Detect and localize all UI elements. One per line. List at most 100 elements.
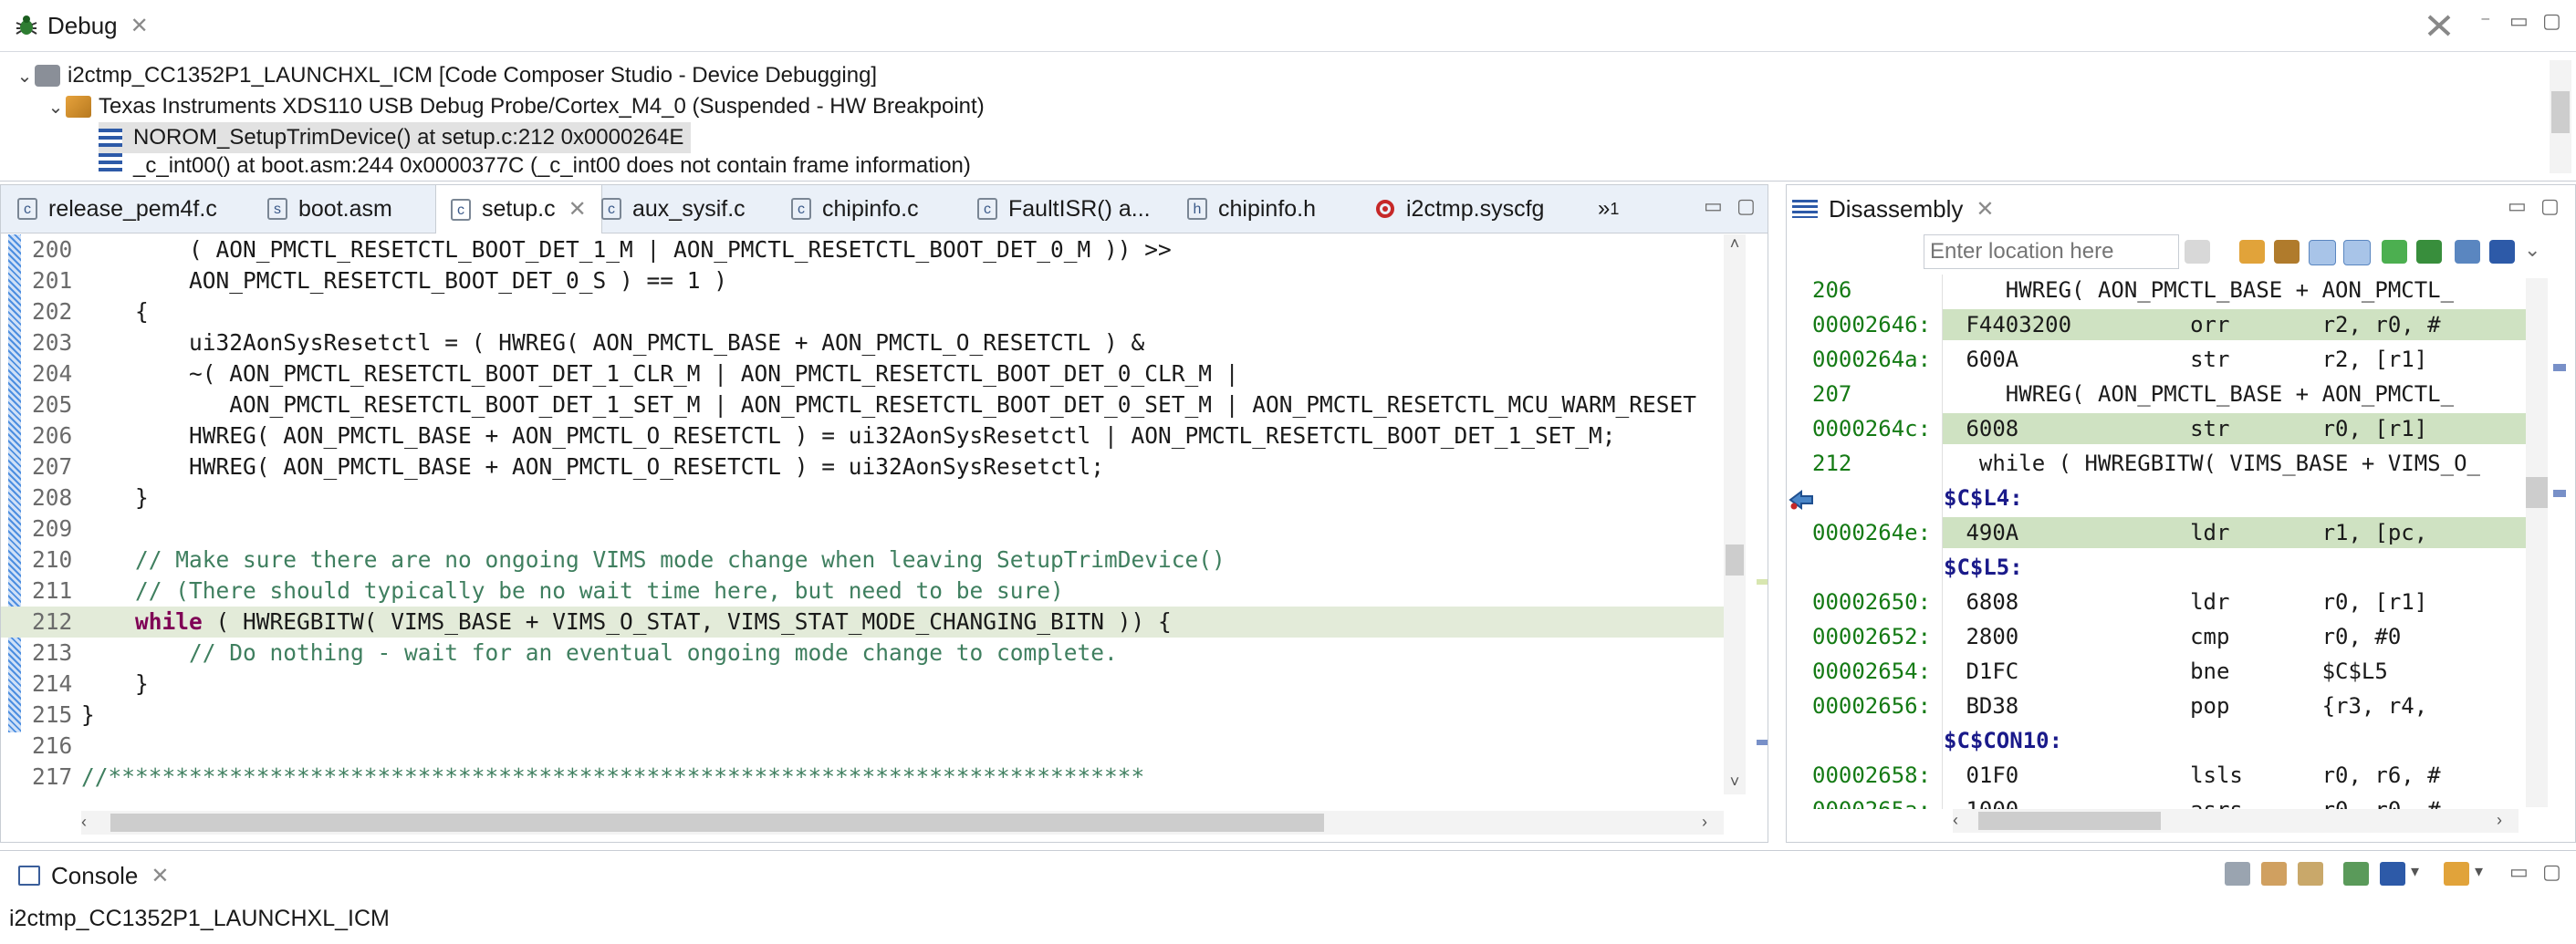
code-line[interactable]: 200 ( AON_PMCTL_RESETCTL_BOOT_DET_1_M | … bbox=[1, 234, 1724, 265]
tab-chipinfo-h[interactable]: h chipinfo.h bbox=[1187, 185, 1316, 233]
refresh-icon[interactable] bbox=[2416, 240, 2442, 264]
tab-console[interactable]: Console ✕ bbox=[18, 851, 170, 900]
maximize-icon[interactable]: ▢ bbox=[2542, 860, 2561, 884]
code-line[interactable]: 214 } bbox=[1, 669, 1724, 700]
disassembly-row[interactable]: 00002650: 6808 ldr r0, [r1] bbox=[1787, 586, 2526, 617]
disassembly-row[interactable]: 207 HWREG( AON_PMCTL_BASE + AON_PMCTL_ bbox=[1787, 379, 2526, 410]
tree-item-project[interactable]: ⌄ i2ctmp_CC1352P1_LAUNCHXL_ICM [Code Com… bbox=[15, 60, 878, 91]
code-line[interactable]: 209 bbox=[1, 513, 1724, 545]
disassembly-row[interactable]: 0000264a: 600A str r2, [r1] bbox=[1787, 344, 2526, 375]
sync-source-icon[interactable] bbox=[2309, 240, 2336, 265]
tab-boot-asm[interactable]: s boot.asm bbox=[267, 185, 392, 233]
code-line[interactable]: 204 ~( AON_PMCTL_RESETCTL_BOOT_DET_1_CLR… bbox=[1, 358, 1724, 389]
disassembly-row[interactable]: 212 while ( HWREGBITW( VIMS_BASE + VIMS_… bbox=[1787, 448, 2526, 479]
tab-disassembly[interactable]: Disassembly ✕ bbox=[1792, 185, 1994, 233]
pin-console-icon[interactable] bbox=[2343, 862, 2369, 886]
minimize-icon[interactable]: ▭ bbox=[1704, 194, 1723, 218]
code-line[interactable]: 206 HWREG( AON_PMCTL_BASE + AON_PMCTL_O_… bbox=[1, 420, 1724, 451]
tab-chipinfo-c[interactable]: c chipinfo.c bbox=[791, 185, 919, 233]
close-icon[interactable]: ✕ bbox=[1976, 196, 1994, 223]
disassembly-row[interactable]: 0000264c: 6008 str r0, [r1] bbox=[1787, 413, 2526, 444]
clear-console-icon[interactable] bbox=[2225, 862, 2250, 886]
disassembly-row[interactable]: 0000264e: 490A ldr r1, [pc, bbox=[1787, 517, 2526, 548]
scroll-thumb[interactable] bbox=[1978, 812, 2161, 830]
editor-hscroll[interactable]: ‹ › bbox=[81, 811, 1724, 835]
go-to-location-icon[interactable] bbox=[2185, 240, 2210, 264]
home-icon[interactable] bbox=[2274, 240, 2300, 264]
code-line[interactable]: 208 } bbox=[1, 482, 1724, 513]
code-line[interactable]: 211 // (There should typically be no wai… bbox=[1, 576, 1724, 607]
chevron-down-icon[interactable]: ▾ bbox=[2411, 862, 2419, 881]
editor-vscroll[interactable]: ˄ ˅ bbox=[1724, 234, 1746, 794]
chevron-down-icon[interactable]: ⌄ bbox=[46, 96, 66, 119]
chevron-down-icon[interactable]: ▾ bbox=[2475, 862, 2483, 881]
tree-item-frame[interactable]: _c_int00() at boot.asm:244 0x0000377C (_… bbox=[99, 153, 971, 179]
disassembly-row[interactable]: 00002652: 2800 cmp r0, #0 bbox=[1787, 621, 2526, 652]
tree-item-probe[interactable]: ⌄ Texas Instruments XDS110 USB Debug Pro… bbox=[46, 91, 985, 122]
tab-debug[interactable]: Debug ✕ bbox=[15, 0, 149, 51]
scroll-right-icon[interactable]: › bbox=[1702, 813, 1720, 832]
code-line[interactable]: 216 bbox=[1, 731, 1724, 762]
disassembly-row[interactable]: $C$L5: bbox=[1787, 552, 2526, 583]
scroll-thumb[interactable] bbox=[2526, 477, 2548, 508]
disassembly-vscroll[interactable] bbox=[2526, 278, 2548, 807]
code-area[interactable]: 200 ( AON_PMCTL_RESETCTL_BOOT_DET_1_M | … bbox=[1, 234, 1726, 794]
code-line[interactable]: 217 //***********************************… bbox=[1, 762, 1724, 793]
scroll-lock-icon[interactable] bbox=[2261, 862, 2287, 886]
code-line[interactable]: 212 while ( HWREGBITW( VIMS_BASE + VIMS_… bbox=[1, 607, 1724, 638]
location-input[interactable] bbox=[1924, 234, 2179, 269]
pin-icon[interactable] bbox=[2489, 240, 2515, 264]
disassembly-row[interactable]: 206 HWREG( AON_PMCTL_BASE + AON_PMCTL_ bbox=[1787, 275, 2526, 306]
remove-terminated-icon[interactable] bbox=[2425, 13, 2453, 44]
display-console-icon[interactable] bbox=[2380, 862, 2405, 886]
scroll-left-icon[interactable]: ‹ bbox=[81, 813, 99, 832]
code-line[interactable]: 218 // bbox=[1, 793, 1724, 794]
code-line[interactable]: 202 { bbox=[1, 296, 1724, 327]
disassembly-row[interactable]: 00002646: F4403200 orr r2, r0, # bbox=[1787, 309, 2526, 340]
tab-i2ctmp-syscfg[interactable]: i2ctmp.syscfg bbox=[1375, 185, 1544, 233]
close-icon[interactable]: ✕ bbox=[568, 196, 587, 223]
close-icon[interactable]: ✕ bbox=[151, 863, 169, 889]
tab-setup-c[interactable]: c setup.c ✕ bbox=[435, 185, 602, 233]
word-wrap-icon[interactable] bbox=[2298, 862, 2323, 886]
open-console-icon[interactable] bbox=[2444, 862, 2469, 886]
view-menu-icon[interactable]: ⌄ bbox=[2524, 238, 2540, 262]
link-with-active-debug-context-icon[interactable] bbox=[2239, 240, 2265, 264]
tree-item-frame-selected[interactable]: NOROM_SetupTrimDevice() at setup.c:212 0… bbox=[99, 122, 692, 153]
chevron-down-icon[interactable]: ⌄ bbox=[15, 65, 35, 88]
disassembly-row[interactable]: 00002654: D1FC bne $C$L5 bbox=[1787, 656, 2526, 687]
code-line[interactable]: 207 HWREG( AON_PMCTL_BASE + AON_PMCTL_O_… bbox=[1, 451, 1724, 482]
code-line[interactable]: 205 AON_PMCTL_RESETCTL_BOOT_DET_1_SET_M … bbox=[1, 389, 1724, 420]
new-view-icon[interactable] bbox=[2455, 240, 2480, 264]
disassembly-hscroll[interactable]: ‹ › bbox=[1953, 809, 2519, 833]
maximize-icon[interactable]: ▢ bbox=[1736, 194, 1756, 218]
view-menu-icon[interactable]: ⁻ bbox=[2480, 11, 2491, 35]
code-line[interactable]: 201 AON_PMCTL_RESETCTL_BOOT_DET_0_S ) ==… bbox=[1, 265, 1724, 296]
maximize-icon[interactable]: ▢ bbox=[2540, 194, 2560, 218]
code-line[interactable]: 203 ui32AonSysResetctl = ( HWREG( AON_PM… bbox=[1, 327, 1724, 358]
disassembly-listing[interactable]: 206 HWREG( AON_PMCTL_BASE + AON_PMCTL_ 00… bbox=[1787, 275, 2526, 809]
tab-aux-sysif[interactable]: c aux_sysif.c bbox=[601, 185, 746, 233]
scroll-left-icon[interactable]: ‹ bbox=[1953, 811, 1971, 830]
minimize-icon[interactable]: ▭ bbox=[2508, 194, 2527, 218]
code-line[interactable]: 210 // Make sure there are no ongoing VI… bbox=[1, 545, 1724, 576]
debug-vscroll[interactable] bbox=[2550, 60, 2571, 173]
scroll-thumb[interactable] bbox=[2551, 91, 2570, 133]
disassembly-row[interactable]: $C$CON10: bbox=[1787, 725, 2526, 756]
scroll-up-icon[interactable]: ˄ bbox=[1724, 234, 1746, 256]
tab-faultisr[interactable]: c FaultISR() a... bbox=[977, 185, 1151, 233]
code-line[interactable]: 215} bbox=[1, 700, 1724, 731]
maximize-icon[interactable]: ▢ bbox=[2542, 9, 2561, 33]
disassembly-row[interactable]: $C$L4: bbox=[1787, 482, 2526, 513]
disassembly-row[interactable]: 00002658: 01F0 lsls r0, r6, # bbox=[1787, 760, 2526, 791]
code-line[interactable]: 213 // Do nothing - wait for an eventual… bbox=[1, 638, 1724, 669]
tab-release-pem4f[interactable]: c release_pem4f.c bbox=[17, 185, 217, 233]
scroll-down-icon[interactable]: ˅ bbox=[1724, 773, 1746, 794]
tab-overflow-button[interactable]: » 1 bbox=[1598, 185, 1619, 233]
scroll-thumb[interactable] bbox=[110, 814, 1324, 832]
scroll-right-icon[interactable]: › bbox=[2497, 811, 2515, 830]
minimize-icon[interactable]: ▭ bbox=[2509, 9, 2529, 33]
show-source-icon[interactable] bbox=[2343, 240, 2371, 265]
close-icon[interactable]: ✕ bbox=[130, 13, 149, 39]
minimize-icon[interactable]: ▭ bbox=[2509, 860, 2529, 884]
